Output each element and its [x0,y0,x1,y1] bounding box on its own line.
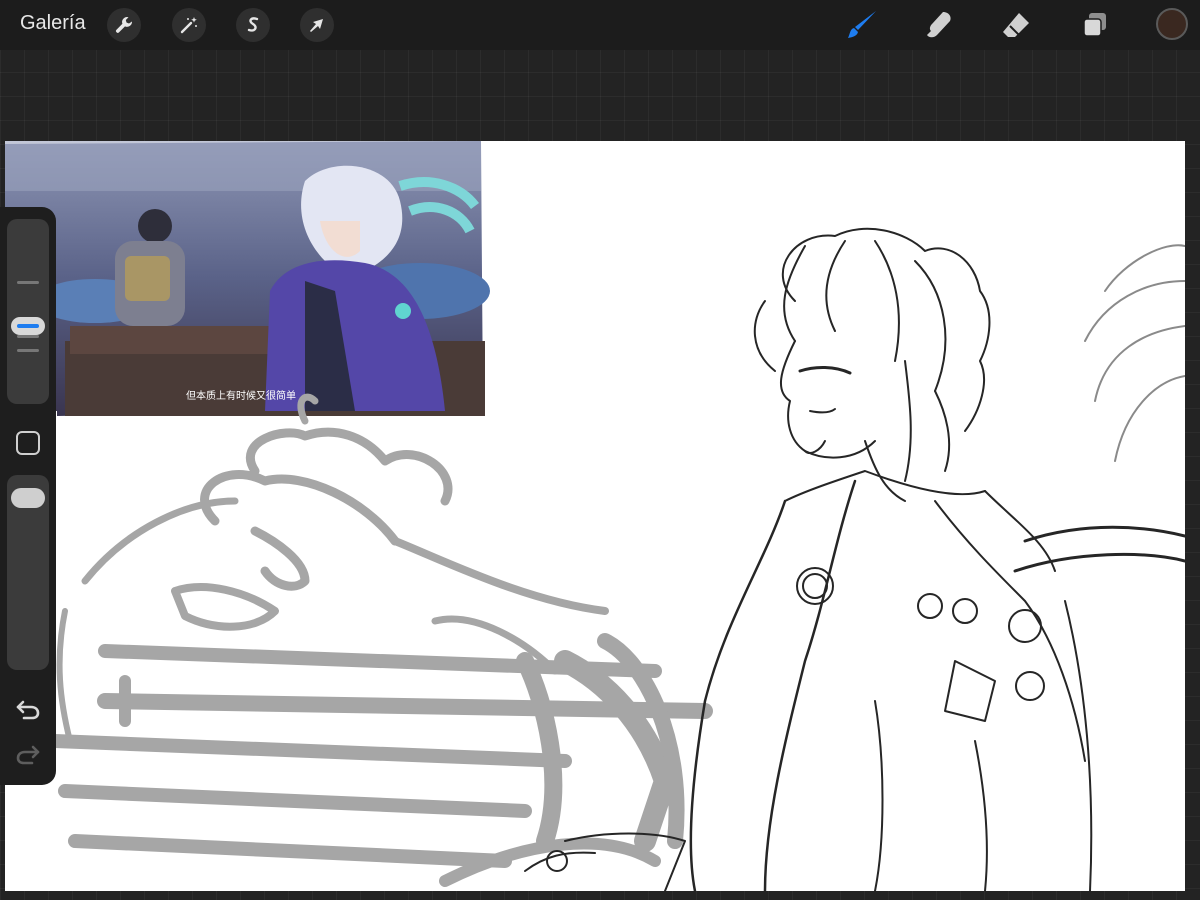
eraser-tool-button[interactable] [997,6,1035,44]
smudge-icon [927,12,951,38]
layers-button[interactable] [1076,6,1114,44]
brush-size-slider[interactable] [7,219,49,404]
opacity-thumb[interactable] [11,488,45,508]
size-tick [17,349,39,352]
size-tick [17,281,39,284]
gray-sketch-layer [48,393,713,887]
eraser-icon [1003,13,1029,37]
reference-subtitle: 但本质上有时候又很简单 [186,389,296,402]
modify-button[interactable] [16,431,40,455]
selection-icon [247,17,259,32]
black-sketch-layer [524,227,1185,891]
brush-size-thumb[interactable] [11,317,45,335]
brush-sidebar [0,207,56,785]
layers-icon [1083,13,1106,37]
smudge-tool-button[interactable] [920,6,958,44]
toolbar: Galería [0,0,1200,50]
brush-icon [848,11,876,38]
wrench-button[interactable] [107,8,141,42]
size-indicator [17,324,39,328]
reference-image: 但本质上有时候又很简单 [5,141,490,416]
brush-tool-button[interactable] [843,6,881,44]
redo-button[interactable] [14,742,42,766]
opacity-slider[interactable] [7,475,49,670]
selection-button[interactable] [236,8,270,42]
sketch-artwork: 但本质上有时候又很简单 [5,141,1185,891]
transform-button[interactable] [300,8,334,42]
undo-button[interactable] [14,697,42,721]
color-swatch-button[interactable] [1156,8,1188,40]
adjustments-button[interactable] [172,8,206,42]
redo-icon [16,745,40,765]
size-tick [17,335,39,338]
gallery-button[interactable]: Galería [20,12,86,35]
magic-wand-icon [180,17,197,34]
undo-icon [16,700,40,720]
drawing-canvas[interactable]: 但本质上有时候又很简单 [5,141,1185,891]
transform-arrow-icon [310,19,323,32]
wrench-icon [115,17,133,33]
